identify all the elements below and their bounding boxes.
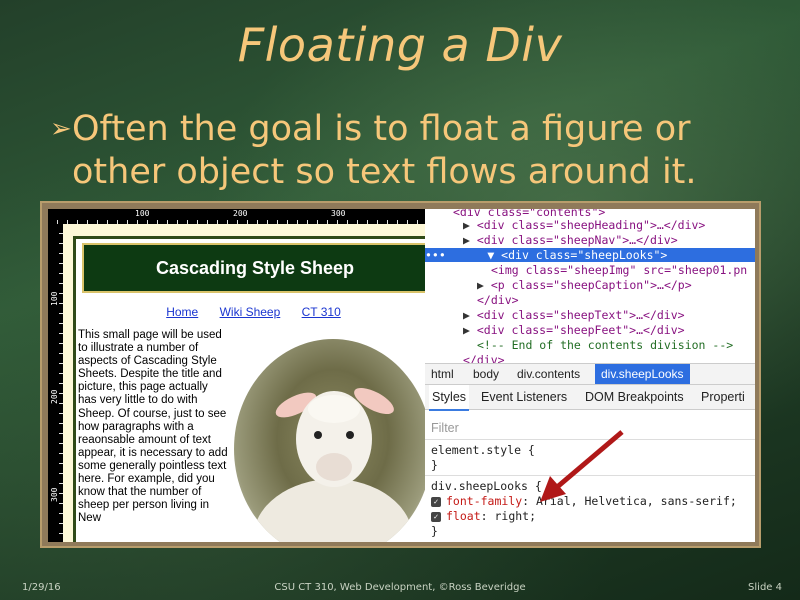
ruler-tick: 100 — [135, 209, 150, 218]
crumb-body[interactable]: body — [473, 364, 499, 384]
filter-input[interactable]: Filter — [431, 421, 459, 435]
rule-selector: div.sheepLooks { — [431, 479, 542, 493]
checkbox-icon[interactable]: ✓ — [431, 496, 441, 507]
red-arrow-icon — [540, 430, 624, 502]
close-brace: } — [431, 458, 438, 472]
screenshot-frame: 100 200 300 100 200 300 Cascading Style … — [40, 201, 761, 548]
crumb-div-sheeplooks[interactable]: div.sheepLooks — [595, 364, 690, 384]
ruler-top: 100 200 300 — [48, 209, 425, 224]
browser-page-pane: 100 200 300 100 200 300 Cascading Style … — [48, 209, 425, 542]
dom-node-sheeptext[interactable]: ▶ <div class="sheepText">…</div> — [425, 308, 755, 322]
ruler-tick: 100 — [50, 291, 59, 306]
tab-properties[interactable]: Properti — [701, 385, 745, 409]
sheep-heading: Cascading Style Sheep — [82, 243, 425, 293]
tab-styles[interactable]: Styles — [429, 385, 470, 411]
dom-node-sheepnav[interactable]: ▶ <div class="sheepNav">…</div> — [425, 233, 755, 247]
arrow-bullet-icon: ➢ — [50, 114, 72, 144]
nav-link-ct310[interactable]: CT 310 — [302, 305, 341, 319]
tab-dom-breakpoints[interactable]: DOM Breakpoints — [585, 385, 684, 409]
nav-link-home[interactable]: Home — [166, 305, 198, 319]
nav-link-wiki-sheep[interactable]: Wiki Sheep — [220, 305, 281, 319]
dom-node-sheepfeet[interactable]: ▶ <div class="sheepFeet">…</div> — [425, 323, 755, 337]
web-page: Cascading Style Sheep Home Wiki Sheep CT… — [73, 236, 425, 542]
crumb-html[interactable]: html — [431, 364, 454, 384]
slide-title: Floating a Div — [237, 18, 563, 72]
sheep-nav: Home Wiki Sheep CT 310 — [76, 305, 425, 319]
styles-tab-bar: Styles Event Listeners DOM Breakpoints P… — [425, 385, 755, 411]
ruler-tick: 300 — [50, 487, 59, 502]
dom-node-close-div[interactable]: </div> — [425, 293, 755, 307]
checkbox-icon[interactable]: ✓ — [431, 511, 441, 522]
tab-event-listeners[interactable]: Event Listeners — [481, 385, 567, 409]
ruler-left: 100 200 300 — [48, 224, 63, 542]
breadcrumb: html body div.contents div.sheepLooks — [425, 363, 755, 385]
dom-node-sheepcaption[interactable]: ▶ <p class="sheepCaption">…</p> — [425, 278, 755, 292]
dom-node-sheeplooks[interactable]: ••• ▼ <div class="sheepLooks"> — [425, 248, 755, 262]
ruler-tick: 300 — [331, 209, 346, 218]
bullet-text: Often the goal is to float a figure or o… — [72, 109, 697, 192]
dom-node-comment[interactable]: <!-- End of the contents division --> — [425, 338, 755, 352]
ruler-tick: 200 — [50, 389, 59, 404]
footer-course: CSU CT 310, Web Development, ©Ross Bever… — [274, 582, 526, 593]
dom-node-sheepimg[interactable]: <img class="sheepImg" src="sheep01.pn — [425, 263, 755, 277]
close-brace: } — [431, 524, 438, 538]
sheep-icon — [253, 387, 413, 542]
ruler-tick: 200 — [233, 209, 248, 218]
dom-node-sheepheading[interactable]: ▶ <div class="sheepHeading">…</div> — [425, 218, 755, 232]
prop-float[interactable]: ✓ float: right; — [431, 509, 536, 524]
bullet-point: ➢ Often the goal is to float a figure or… — [50, 108, 770, 194]
element-style-rule: element.style { — [431, 443, 535, 457]
crumb-div-contents[interactable]: div.contents — [517, 364, 580, 384]
sheep-text: This small page will be used to illustra… — [78, 329, 228, 525]
footer-slide-number: Slide 4 — [748, 582, 782, 593]
sheep-image — [234, 339, 425, 542]
